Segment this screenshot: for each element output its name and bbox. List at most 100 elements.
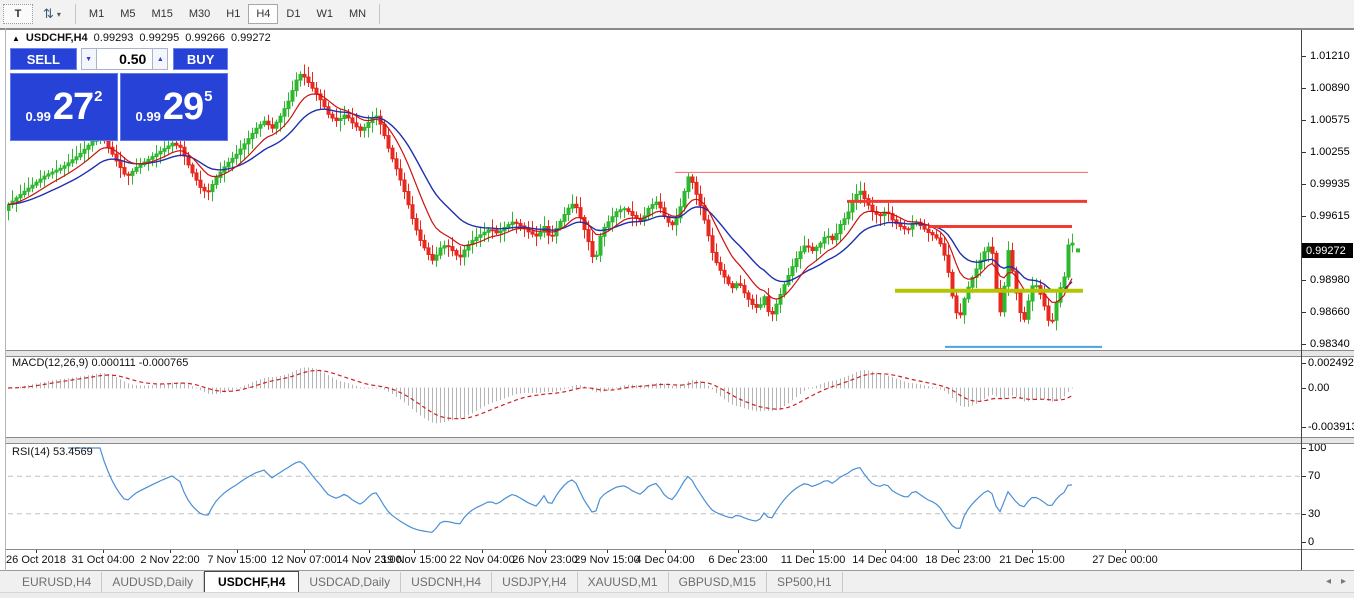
toolbar-separator bbox=[75, 4, 76, 24]
timeframe-button-mn[interactable]: MN bbox=[341, 4, 374, 24]
time-tick-label: 27 Dec 00:00 bbox=[1092, 554, 1157, 566]
chart-ohlc-header: ▲ USDCHF,H4 0.99293 0.99295 0.99266 0.99… bbox=[12, 31, 271, 45]
time-tick-label: 18 Dec 23:00 bbox=[925, 554, 990, 566]
volume-increase-button[interactable]: ▲ bbox=[152, 48, 168, 70]
time-tick-mark bbox=[885, 550, 886, 553]
buy-price-pip-digit: 5 bbox=[204, 88, 212, 105]
chart-tab-eurusd-h4[interactable]: EURUSD,H4 bbox=[12, 572, 102, 592]
tab-scrollbar: ◂▸ bbox=[1326, 576, 1346, 587]
buy-button[interactable]: BUY bbox=[173, 48, 228, 70]
time-tick-label: 31 Oct 04:00 bbox=[72, 554, 135, 566]
timeframe-button-m15[interactable]: M15 bbox=[143, 4, 180, 24]
time-tick-label: 19 Nov 15:00 bbox=[381, 554, 446, 566]
scroll-right-icon[interactable]: ▸ bbox=[1341, 576, 1346, 587]
one-click-trading-widget: SELL ▼ 0.50 ▲ BUY 0.99 27 2 0.99 29 5 bbox=[10, 48, 228, 141]
buy-price-panel[interactable]: 0.99 29 5 bbox=[120, 73, 228, 141]
volume-decrease-button[interactable]: ▼ bbox=[81, 48, 97, 70]
macd-tick-mark bbox=[1302, 388, 1306, 389]
price-tick-mark bbox=[1302, 312, 1306, 313]
rsi-tick-label: 0 bbox=[1308, 536, 1314, 548]
timeframe-button-m1[interactable]: M1 bbox=[81, 4, 112, 24]
chart-tab-xauusd-m1[interactable]: XAUUSD,M1 bbox=[578, 572, 669, 592]
high-value: 0.99295 bbox=[139, 32, 179, 44]
collapse-triangle-icon[interactable]: ▲ bbox=[12, 34, 20, 43]
scroll-left-icon[interactable]: ◂ bbox=[1326, 576, 1331, 587]
macd-tick-mark bbox=[1302, 427, 1306, 428]
time-tick-mark bbox=[103, 550, 104, 553]
price-scale-divider bbox=[1301, 30, 1302, 570]
time-tick-mark bbox=[304, 550, 305, 553]
current-price-badge: 0.99272 bbox=[1302, 243, 1353, 258]
price-tick-mark bbox=[1302, 216, 1306, 217]
price-tick-label: 0.98660 bbox=[1310, 306, 1350, 318]
low-value: 0.99266 bbox=[185, 32, 225, 44]
chart-tab-usdcnh-h4[interactable]: USDCNH,H4 bbox=[401, 572, 492, 592]
time-tick-mark bbox=[170, 550, 171, 553]
chart-tab-audusd-daily[interactable]: AUDUSD,Daily bbox=[102, 572, 204, 592]
volume-input[interactable]: 0.50 bbox=[97, 48, 153, 70]
timeframe-button-m5[interactable]: M5 bbox=[112, 4, 143, 24]
close-value: 0.99272 bbox=[231, 32, 271, 44]
chart-tab-bar: EURUSD,H4AUDUSD,DailyUSDCHF,H4USDCAD,Dai… bbox=[0, 571, 1354, 592]
time-tick-label: 2 Nov 22:00 bbox=[140, 554, 199, 566]
timeframe-button-m30[interactable]: M30 bbox=[181, 4, 218, 24]
timeframe-button-d1[interactable]: D1 bbox=[278, 4, 308, 24]
sell-price-pip-digit: 2 bbox=[94, 88, 102, 105]
chevron-down-icon: ▾ bbox=[57, 10, 61, 19]
time-tick-mark bbox=[1125, 550, 1126, 553]
rsi-tick-mark bbox=[1302, 542, 1306, 543]
sell-button[interactable]: SELL bbox=[10, 48, 77, 70]
sell-price-big-digits: 27 bbox=[53, 86, 93, 129]
toolbar-separator bbox=[379, 4, 380, 24]
timeframe-button-w1[interactable]: W1 bbox=[308, 4, 341, 24]
time-tick-label: 14 Dec 04:00 bbox=[852, 554, 917, 566]
panel-splitter-rsi[interactable] bbox=[6, 437, 1354, 444]
macd-tick-mark bbox=[1302, 363, 1306, 364]
cursor-tool-button[interactable]: ⇅ ▾ bbox=[35, 4, 69, 24]
panel-splitter-macd[interactable] bbox=[6, 350, 1354, 357]
text-tool-button[interactable]: T bbox=[3, 4, 33, 24]
chart-tab-gbpusd-m15[interactable]: GBPUSD,M15 bbox=[669, 572, 767, 592]
price-tick-label: 1.00255 bbox=[1310, 146, 1350, 158]
mt4-window: T ⇅ ▾ M1M5M15M30H1H4D1W1MN ▲ USDCHF,H4 0… bbox=[0, 0, 1354, 598]
sell-price-panel[interactable]: 0.99 27 2 bbox=[10, 73, 118, 141]
time-tick-mark bbox=[237, 550, 238, 553]
price-tick-mark bbox=[1302, 88, 1306, 89]
price-tick-mark bbox=[1302, 56, 1306, 57]
chart-tab-usdchf-h4[interactable]: USDCHF,H4 bbox=[204, 571, 299, 592]
cursor-arrows-icon: ⇅ bbox=[43, 6, 54, 22]
price-tick-mark bbox=[1302, 120, 1306, 121]
macd-tick-label: 0.00 bbox=[1308, 382, 1329, 394]
time-tick-mark bbox=[958, 550, 959, 553]
open-value: 0.99293 bbox=[94, 32, 134, 44]
price-tick-mark bbox=[1302, 280, 1306, 281]
macd-tick-label: 0.002492 bbox=[1308, 357, 1354, 369]
time-axis-border bbox=[6, 549, 1354, 550]
timeframe-button-h4[interactable]: H4 bbox=[248, 4, 278, 24]
chart-tab-usdjpy-h4[interactable]: USDJPY,H4 bbox=[492, 572, 577, 592]
sell-price-prefix: 0.99 bbox=[26, 109, 51, 124]
rsi-tick-mark bbox=[1302, 448, 1306, 449]
time-tick-label: 4 Dec 04:00 bbox=[635, 554, 694, 566]
timeframe-button-h1[interactable]: H1 bbox=[218, 4, 248, 24]
time-tick-mark bbox=[414, 550, 415, 553]
time-tick-mark bbox=[369, 550, 370, 553]
rsi-indicator-label: RSI(14) 53.4569 bbox=[12, 446, 93, 458]
price-tick-label: 0.99615 bbox=[1310, 210, 1350, 222]
buy-price-big-digits: 29 bbox=[163, 86, 203, 129]
macd-indicator-label: MACD(12,26,9) 0.000111 -0.000765 bbox=[12, 357, 188, 369]
chart-top-border bbox=[0, 28, 1354, 30]
chart-tab-usdcad-daily[interactable]: USDCAD,Daily bbox=[299, 572, 401, 592]
time-tick-mark bbox=[482, 550, 483, 553]
chart-tab-sp500-h1[interactable]: SP500,H1 bbox=[767, 572, 843, 592]
price-tick-mark bbox=[1302, 344, 1306, 345]
symbol-period-label: USDCHF,H4 bbox=[26, 32, 88, 44]
time-tick-mark bbox=[545, 550, 546, 553]
price-tick-label: 1.01210 bbox=[1310, 50, 1350, 62]
time-tick-mark bbox=[665, 550, 666, 553]
price-tick-label: 1.00575 bbox=[1310, 114, 1350, 126]
time-tick-mark bbox=[813, 550, 814, 553]
time-tick-label: 22 Nov 04:00 bbox=[449, 554, 514, 566]
rsi-tick-mark bbox=[1302, 476, 1306, 477]
time-tick-mark bbox=[607, 550, 608, 553]
